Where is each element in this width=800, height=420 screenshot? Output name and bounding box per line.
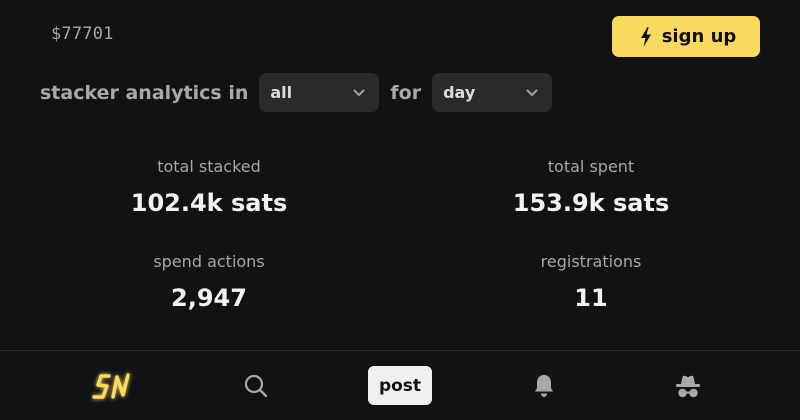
signup-button[interactable]: sign up (612, 16, 760, 57)
analytics-page: $77701 sign up stacker analytics in all … (0, 0, 800, 420)
notifications-button[interactable] (524, 351, 564, 420)
chevron-down-icon (353, 89, 365, 96)
anon-hat-icon (676, 375, 700, 397)
chevron-down-icon (526, 89, 538, 96)
stat-spend-actions: spend actions 2,947 (59, 252, 359, 312)
period-select[interactable]: day (432, 73, 553, 112)
anon-account-button[interactable] (668, 351, 708, 420)
sub-select[interactable]: all (259, 73, 380, 112)
post-button[interactable]: post (368, 366, 432, 405)
stat-label: registrations (540, 252, 642, 271)
sub-select-value: all (270, 83, 293, 102)
stat-label: total stacked (157, 157, 261, 176)
search-button[interactable] (236, 351, 276, 420)
bell-icon (535, 374, 553, 397)
bottom-nav: post (0, 350, 800, 420)
stat-total-spent: total spent 153.9k sats (441, 157, 741, 217)
btc-price[interactable]: $77701 (51, 24, 114, 44)
search-icon (244, 374, 268, 397)
post-label: post (378, 375, 422, 396)
bolt-icon (640, 26, 651, 47)
home-logo-button[interactable] (88, 351, 140, 420)
stat-value: 102.4k sats (130, 189, 288, 217)
sn-logo-icon (92, 372, 130, 399)
signup-label: sign up (661, 26, 737, 47)
stat-label: total spent (547, 157, 635, 176)
filter-connector: for (390, 81, 422, 104)
stat-value: 11 (574, 284, 608, 312)
stat-value: 2,947 (171, 284, 247, 312)
stat-total-stacked: total stacked 102.4k sats (59, 157, 359, 217)
stat-value: 153.9k sats (512, 189, 670, 217)
filter-prefix: stacker analytics in (40, 81, 249, 104)
stat-registrations: registrations 11 (441, 252, 741, 312)
analytics-filter-row: stacker analytics in all for day (40, 73, 553, 112)
period-select-value: day (443, 83, 476, 102)
stat-label: spend actions (153, 252, 265, 271)
